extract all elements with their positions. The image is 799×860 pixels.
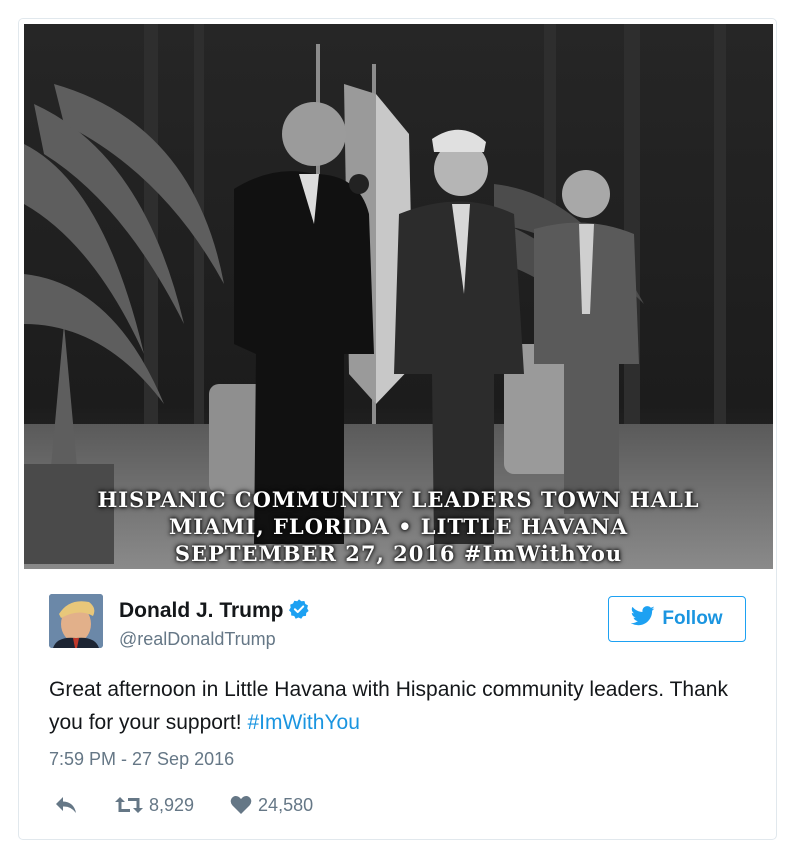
avatar-image: [49, 594, 103, 648]
caption-line-2: MIAMI, FLORIDA • LITTLE HAVANA: [168, 514, 629, 539]
caption-line-3: SEPTEMBER 27, 2016 #ImWithYou: [174, 541, 623, 566]
reply-button[interactable]: [49, 796, 77, 814]
retweet-count: 8,929: [149, 794, 195, 815]
retweet-icon: [115, 795, 143, 815]
tweet-body: Great afternoon in Little Havana with Hi…: [49, 678, 728, 734]
heart-icon: [230, 795, 252, 815]
tweet-header: Donald J. Trump @realDonaldTrump Follow: [49, 594, 746, 654]
like-button[interactable]: 24,580: [224, 795, 313, 816]
tweet-actions: 8,929 24,580: [49, 791, 313, 819]
avatar[interactable]: [49, 594, 103, 648]
tweet-card: HISPANIC COMMUNITY LEADERS TOWN HALL MIA…: [18, 18, 777, 840]
hashtag-link[interactable]: #ImWithYou: [247, 711, 359, 734]
retweet-button[interactable]: 8,929: [109, 795, 194, 816]
follow-label: Follow: [662, 608, 723, 629]
reply-icon: [55, 796, 77, 814]
verified-badge-icon: [288, 598, 310, 627]
tweet-text: Great afternoon in Little Havana with Hi…: [49, 673, 739, 739]
follow-button[interactable]: Follow: [608, 596, 746, 642]
display-name[interactable]: Donald J. Trump: [119, 599, 284, 622]
display-name-row[interactable]: Donald J. Trump: [119, 598, 310, 627]
like-count: 24,580: [258, 794, 314, 815]
user-handle[interactable]: @realDonaldTrump: [119, 627, 310, 651]
tweet-timestamp[interactable]: 7:59 PM - 27 Sep 2016: [49, 749, 234, 770]
twitter-bird-icon: [631, 606, 656, 632]
caption-line-1: HISPANIC COMMUNITY LEADERS TOWN HALL: [97, 487, 700, 512]
tweet-photo[interactable]: HISPANIC COMMUNITY LEADERS TOWN HALL MIA…: [24, 24, 773, 569]
photo-caption: HISPANIC COMMUNITY LEADERS TOWN HALL MIA…: [24, 486, 773, 567]
user-names: Donald J. Trump @realDonaldTrump: [119, 598, 310, 651]
